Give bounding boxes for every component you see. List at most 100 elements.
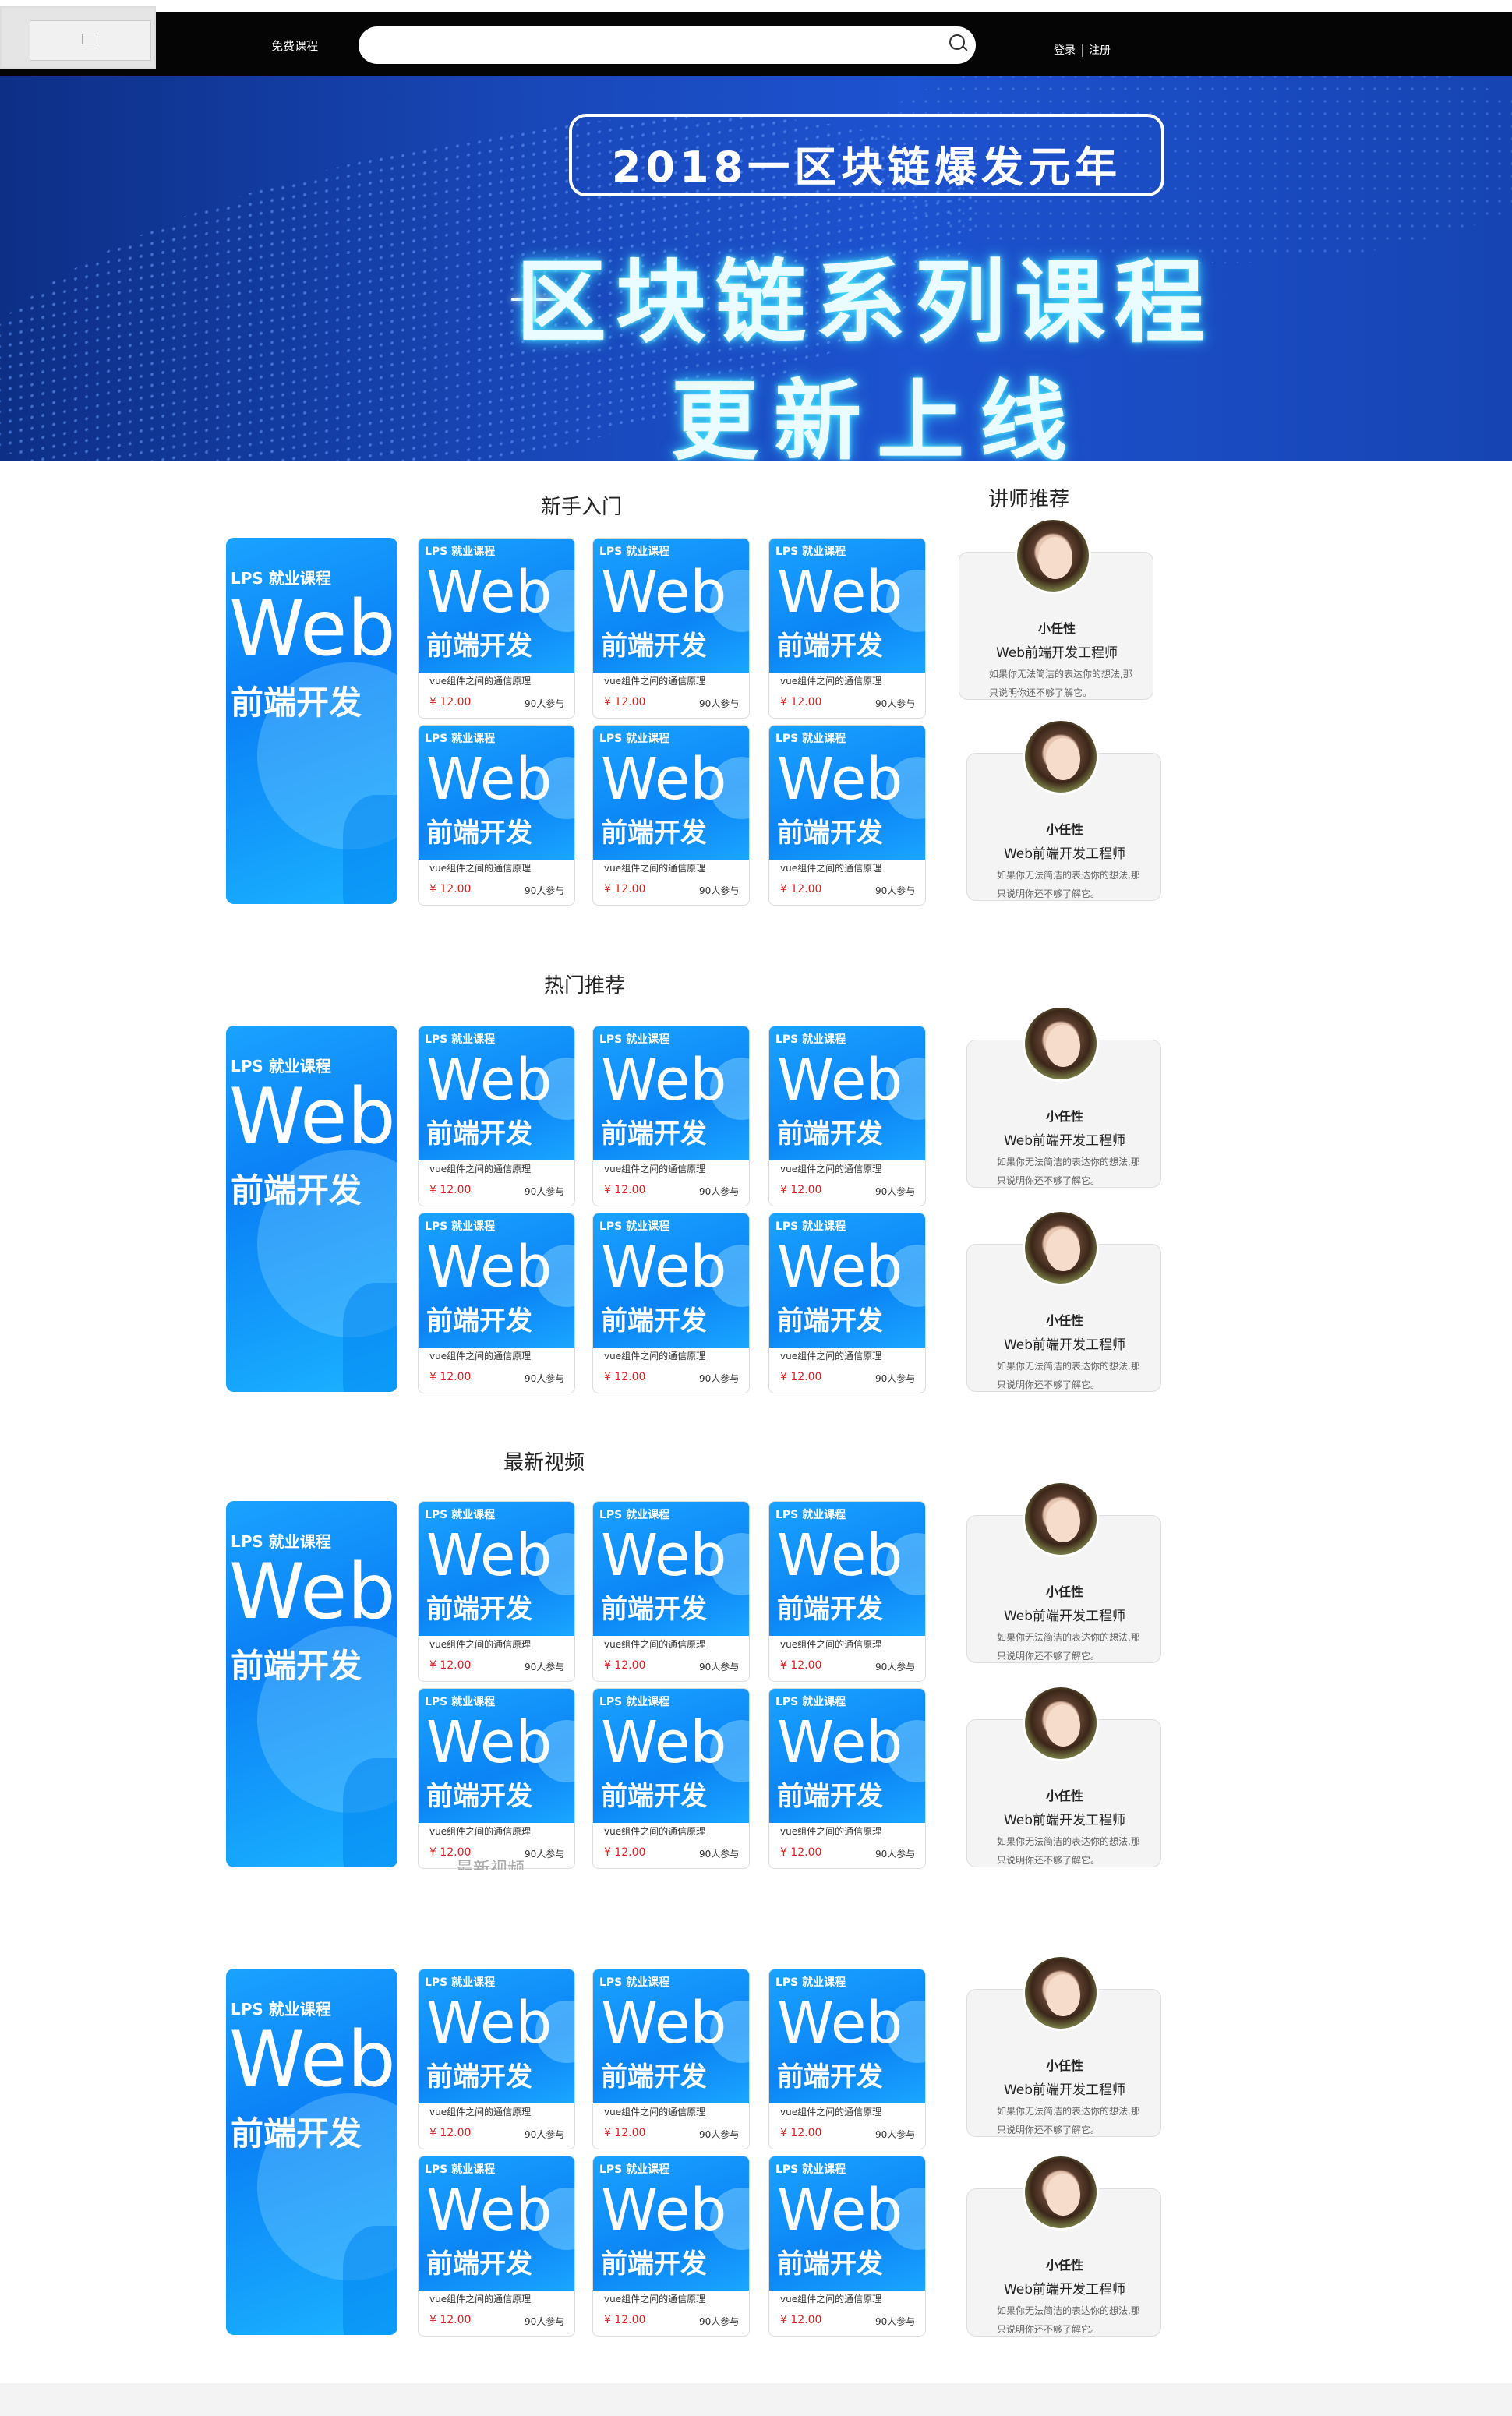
course-subject: 前端开发 bbox=[777, 1305, 883, 1337]
avatar[interactable] bbox=[1023, 1955, 1099, 2031]
auth-divider bbox=[1082, 44, 1083, 57]
course-card[interactable]: LPS 就业课程 Web 前端开发 vue组件之间的通信原理 ¥ 12.00 90人参与 bbox=[592, 1213, 750, 1393]
featured-course-card[interactable]: LPS 就业课程 Web 前端开发 bbox=[226, 1501, 397, 1867]
course-participants: 90人参与 bbox=[875, 1186, 916, 1197]
course-thumbnail[interactable]: LPS 就业课程 Web 前端开发 bbox=[419, 1689, 574, 1823]
course-card[interactable]: LPS 就业课程 Web 前端开发 vue组件之间的通信原理 ¥ 12.00 90人参与 bbox=[418, 538, 575, 719]
course-card[interactable]: LPS 就业课程 Web 前端开发 vue组件之间的通信原理 ¥ 12.00 90人参与 bbox=[418, 1688, 575, 1869]
course-card[interactable]: LPS 就业课程 Web 前端开发 vue组件之间的通信原理 ¥ 12.00 90人参与 bbox=[418, 2156, 575, 2337]
course-participants: 90人参与 bbox=[699, 885, 740, 896]
course-card[interactable]: LPS 就业课程 Web 前端开发 vue组件之间的通信原理 ¥ 12.00 90人参与 bbox=[592, 538, 750, 719]
course-web-label: Web bbox=[601, 2177, 727, 2244]
course-card[interactable]: LPS 就业课程 Web 前端开发 vue组件之间的通信原理 ¥ 12.00 90人参与 bbox=[768, 1501, 926, 1682]
avatar[interactable] bbox=[1023, 1210, 1099, 1286]
course-thumbnail[interactable]: LPS 就业课程 Web 前端开发 bbox=[769, 2156, 925, 2291]
course-thumbnail[interactable]: LPS 就业课程 Web 前端开发 bbox=[593, 1689, 749, 1823]
course-subject: 前端开发 bbox=[601, 1594, 707, 1625]
course-thumbnail[interactable]: LPS 就业课程 Web 前端开发 bbox=[419, 726, 574, 860]
avatar[interactable] bbox=[1023, 1005, 1099, 1082]
login-link[interactable]: 登录 bbox=[1054, 44, 1076, 57]
course-thumbnail[interactable]: LPS 就业课程 Web 前端开发 bbox=[769, 1213, 925, 1348]
search-input[interactable] bbox=[359, 26, 976, 64]
course-thumbnail[interactable]: LPS 就业课程 Web 前端开发 bbox=[769, 1689, 925, 1823]
course-thumbnail[interactable]: LPS 就业课程 Web 前端开发 bbox=[419, 1502, 574, 1636]
course-participants: 90人参与 bbox=[875, 1662, 916, 1672]
register-link[interactable]: 注册 bbox=[1089, 44, 1111, 57]
course-web-label: Web bbox=[426, 1047, 553, 1114]
course-card[interactable]: LPS 就业课程 Web 前端开发 vue组件之间的通信原理 ¥ 12.00 90人参与 bbox=[592, 1501, 750, 1682]
course-thumbnail[interactable]: LPS 就业课程 Web 前端开发 bbox=[419, 1026, 574, 1160]
course-web-label: Web bbox=[426, 2177, 553, 2244]
course-participants: 90人参与 bbox=[875, 2129, 916, 2140]
teacher-name: 小任性 bbox=[1045, 1313, 1083, 1328]
teacher-description: 如果你无法简洁的表达你的想法,那只说明你还不够了解它。 bbox=[997, 1632, 1140, 1662]
course-thumbnail[interactable]: LPS 就业课程 Web 前端开发 bbox=[593, 2156, 749, 2291]
featured-course-card[interactable]: LPS 就业课程 Web 前端开发 bbox=[226, 538, 397, 904]
course-card[interactable]: LPS 就业课程 Web 前端开发 vue组件之间的通信原理 ¥ 12.00 90人参与 bbox=[418, 725, 575, 906]
course-thumbnail[interactable]: LPS 就业课程 Web 前端开发 bbox=[419, 2156, 574, 2291]
course-description: vue组件之间的通信原理 bbox=[780, 676, 882, 687]
search-icon[interactable] bbox=[949, 34, 965, 50]
course-thumbnail[interactable]: LPS 就业课程 Web 前端开发 bbox=[593, 726, 749, 860]
course-thumbnail[interactable]: LPS 就业课程 Web 前端开发 bbox=[419, 1969, 574, 2103]
course-web-label: Web bbox=[229, 585, 396, 673]
course-price: ¥ 12.00 bbox=[604, 883, 646, 895]
course-card[interactable]: LPS 就业课程 Web 前端开发 vue组件之间的通信原理 ¥ 12.00 90人参与 bbox=[768, 725, 926, 906]
course-thumbnail[interactable]: LPS 就业课程 Web 前端开发 bbox=[593, 1969, 749, 2103]
course-thumbnail[interactable]: LPS 就业课程 Web 前端开发 bbox=[769, 726, 925, 860]
course-web-label: Web bbox=[426, 1522, 553, 1589]
course-card[interactable]: LPS 就业课程 Web 前端开发 vue组件之间的通信原理 ¥ 12.00 90人参与 bbox=[418, 1501, 575, 1682]
course-subject: 前端开发 bbox=[777, 1781, 883, 1812]
teacher-heading: 讲师推荐 bbox=[988, 488, 1070, 511]
course-participants: 90人参与 bbox=[699, 1662, 740, 1672]
course-thumbnail[interactable]: LPS 就业课程 Web 前端开发 bbox=[419, 539, 574, 673]
course-card[interactable]: LPS 就业课程 Web 前端开发 vue组件之间的通信原理 ¥ 12.00 90人参与 bbox=[592, 1969, 750, 2149]
course-card[interactable]: LPS 就业课程 Web 前端开发 vue组件之间的通信原理 ¥ 12.00 90人参与 bbox=[768, 1026, 926, 1206]
course-thumbnail[interactable]: LPS 就业课程 Web 前端开发 bbox=[769, 1969, 925, 2103]
top-bar: 免费课程 登录 注册 bbox=[0, 6, 1512, 76]
course-card[interactable]: LPS 就业课程 Web 前端开发 vue组件之间的通信原理 ¥ 12.00 90人参与 bbox=[592, 2156, 750, 2337]
course-card[interactable]: LPS 就业课程 Web 前端开发 vue组件之间的通信原理 ¥ 12.00 90人参与 bbox=[592, 1688, 750, 1869]
course-thumbnail[interactable]: LPS 就业课程 Web 前端开发 bbox=[769, 1026, 925, 1160]
course-card[interactable]: LPS 就业课程 Web 前端开发 vue组件之间的通信原理 ¥ 12.00 90人参与 bbox=[768, 1213, 926, 1393]
avatar[interactable] bbox=[1023, 1481, 1099, 1557]
section-title: 热门推荐 bbox=[544, 974, 626, 998]
course-card[interactable]: LPS 就业课程 Web 前端开发 vue组件之间的通信原理 ¥ 12.00 90人参与 bbox=[592, 1026, 750, 1206]
teacher-title: Web前端开发工程师 bbox=[1003, 1133, 1126, 1149]
course-card[interactable]: LPS 就业课程 Web 前端开发 vue组件之间的通信原理 ¥ 12.00 90人参与 bbox=[768, 1969, 926, 2149]
hero-banner[interactable]: 2018一区块链爆发元年 区块链系列课程 更新上线 bbox=[0, 76, 1512, 461]
teacher-description: 如果你无法简洁的表达你的想法,那只说明你还不够了解它。 bbox=[997, 2305, 1140, 2335]
course-thumbnail[interactable]: LPS 就业课程 Web 前端开发 bbox=[593, 539, 749, 673]
course-card[interactable]: LPS 就业课程 Web 前端开发 vue组件之间的通信原理 ¥ 12.00 90人参与 bbox=[592, 725, 750, 906]
featured-course-card[interactable]: LPS 就业课程 Web 前端开发 bbox=[226, 1969, 397, 2335]
course-description: vue组件之间的通信原理 bbox=[780, 1351, 882, 1362]
course-thumbnail[interactable]: LPS 就业课程 Web 前端开发 bbox=[769, 1502, 925, 1636]
banner-pill: 2018一区块链爆发元年 bbox=[569, 114, 1164, 196]
course-web-label: Web bbox=[426, 559, 553, 626]
avatar[interactable] bbox=[1023, 1685, 1099, 1761]
logo-image-frame bbox=[30, 20, 151, 61]
avatar-face bbox=[1046, 2174, 1080, 2216]
course-card[interactable]: LPS 就业课程 Web 前端开发 vue组件之间的通信原理 ¥ 12.00 90人参与 bbox=[768, 538, 926, 719]
avatar[interactable] bbox=[1023, 2154, 1099, 2231]
avatar[interactable] bbox=[1023, 719, 1099, 795]
course-price: ¥ 12.00 bbox=[780, 2127, 822, 2139]
course-card[interactable]: LPS 就业课程 Web 前端开发 vue组件之间的通信原理 ¥ 12.00 90人参与 bbox=[418, 1026, 575, 1206]
course-subject: 前端开发 bbox=[777, 1118, 883, 1150]
course-thumbnail[interactable]: LPS 就业课程 Web 前端开发 bbox=[419, 1213, 574, 1348]
avatar[interactable] bbox=[1015, 517, 1091, 594]
logo-placeholder[interactable] bbox=[0, 6, 156, 69]
course-description: vue组件之间的通信原理 bbox=[604, 1826, 706, 1837]
featured-course-card[interactable]: LPS 就业课程 Web 前端开发 bbox=[226, 1026, 397, 1392]
nav-free-courses[interactable]: 免费课程 bbox=[271, 37, 318, 54]
course-thumbnail[interactable]: LPS 就业课程 Web 前端开发 bbox=[593, 1026, 749, 1160]
course-thumbnail[interactable]: LPS 就业课程 Web 前端开发 bbox=[593, 1213, 749, 1348]
course-card[interactable]: LPS 就业课程 Web 前端开发 vue组件之间的通信原理 ¥ 12.00 90人参与 bbox=[768, 1688, 926, 1869]
course-web-label: Web bbox=[777, 2177, 903, 2244]
course-card[interactable]: LPS 就业课程 Web 前端开发 vue组件之间的通信原理 ¥ 12.00 90人参与 bbox=[418, 1969, 575, 2149]
teacher-description: 如果你无法简洁的表达你的想法,那只说明你还不够了解它。 bbox=[989, 669, 1132, 698]
course-card[interactable]: LPS 就业课程 Web 前端开发 vue组件之间的通信原理 ¥ 12.00 90人参与 bbox=[418, 1213, 575, 1393]
course-thumbnail[interactable]: LPS 就业课程 Web 前端开发 bbox=[593, 1502, 749, 1636]
course-card[interactable]: LPS 就业课程 Web 前端开发 vue组件之间的通信原理 ¥ 12.00 90人参与 bbox=[768, 2156, 926, 2337]
course-thumbnail[interactable]: LPS 就业课程 Web 前端开发 bbox=[769, 539, 925, 673]
